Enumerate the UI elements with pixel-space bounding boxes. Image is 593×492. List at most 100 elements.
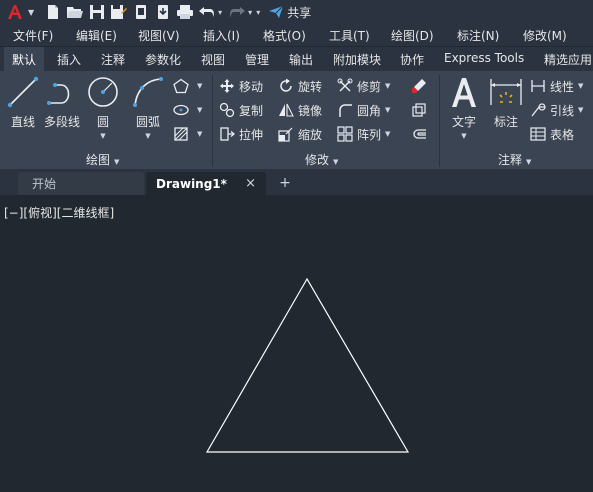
array-tool-button[interactable]: 阵列 ▼	[336, 124, 390, 144]
close-icon[interactable]: ×	[245, 176, 256, 191]
copy-tool-button[interactable]: 复制	[218, 100, 263, 120]
polygon-chevron-down-icon[interactable]: ▼	[197, 82, 202, 90]
open-icon[interactable]	[65, 2, 85, 22]
tab-output[interactable]: 输出	[289, 51, 313, 68]
tab-manage[interactable]: 管理	[245, 51, 269, 68]
menu-file[interactable]: 文件(F)	[13, 27, 53, 44]
array-chevron-down-icon[interactable]: ▼	[385, 130, 390, 138]
redo-chevron-down-icon[interactable]: ▾	[248, 8, 252, 17]
move-tool-button[interactable]: 移动	[218, 76, 263, 96]
text-chevron-down-icon[interactable]: ▼	[461, 132, 466, 140]
circle-tool-button[interactable]: 圆 ▼	[86, 75, 120, 140]
customize-icon[interactable]: ▾	[256, 8, 260, 17]
tab-parametric[interactable]: 参数化	[145, 51, 181, 68]
polygon-tool-button[interactable]: ▼	[172, 76, 202, 96]
tab-drawing1[interactable]: Drawing1* ×	[146, 172, 266, 195]
hatch-chevron-down-icon[interactable]: ▼	[197, 130, 202, 138]
leader-chevron-down-icon[interactable]: ▼	[578, 106, 583, 114]
array-label: 阵列	[357, 127, 382, 142]
app-logo-icon[interactable]	[4, 1, 26, 23]
offset-icon	[410, 125, 428, 143]
polyline-icon	[45, 75, 79, 109]
tab-drawing1-label: Drawing1*	[156, 176, 227, 191]
new-icon[interactable]	[43, 2, 63, 22]
arc-chevron-down-icon[interactable]: ▼	[145, 132, 150, 140]
drawing-canvas[interactable]: [−][俯视][二维线框]	[0, 195, 593, 492]
explode-tool-button[interactable]	[410, 100, 431, 120]
linear-dimension-icon	[529, 77, 547, 95]
tab-collaborate[interactable]: 协作	[400, 51, 424, 68]
ellipse-tool-button[interactable]: ▼	[172, 100, 202, 120]
tab-express-tools[interactable]: Express Tools	[444, 51, 524, 65]
ellipse-chevron-down-icon[interactable]: ▼	[197, 106, 202, 114]
circle-icon	[86, 75, 120, 109]
menu-bar: 文件(F) 编辑(E) 视图(V) 插入(I) 格式(O) 工具(T) 绘图(D…	[0, 24, 593, 46]
trim-tool-button[interactable]: 修剪 ▼	[336, 76, 390, 96]
fillet-label: 圆角	[357, 103, 382, 118]
tab-addins[interactable]: 附加模块	[333, 51, 381, 68]
tab-featured-apps[interactable]: 精选应用	[544, 51, 592, 68]
move-label: 移动	[239, 79, 264, 94]
rotate-tool-button[interactable]: 旋转	[277, 76, 322, 96]
mirror-icon	[277, 101, 295, 119]
menu-format[interactable]: 格式(O)	[263, 27, 306, 44]
undo-icon[interactable]	[197, 2, 217, 22]
arc-label: 圆弧	[135, 115, 160, 129]
erase-tool-button[interactable]	[410, 76, 431, 96]
share-button[interactable]: 共享	[268, 4, 311, 21]
tab-view[interactable]: 视图	[201, 51, 225, 68]
explode-icon	[410, 101, 428, 119]
line-tool-button[interactable]: 直线	[6, 75, 40, 130]
web-mobile-open-icon[interactable]	[131, 2, 151, 22]
arc-tool-button[interactable]: 圆弧 ▼	[131, 75, 165, 140]
table-label: 表格	[550, 127, 575, 142]
menu-dimension[interactable]: 标注(N)	[457, 27, 499, 44]
save-icon[interactable]	[87, 2, 107, 22]
triangle-shape[interactable]	[205, 277, 410, 453]
mirror-tool-button[interactable]: 镜像	[277, 100, 322, 120]
new-tab-plus-icon[interactable]: +	[275, 174, 295, 192]
menu-tools[interactable]: 工具(T)	[329, 27, 370, 44]
stretch-label: 拉伸	[239, 127, 264, 142]
eraser-icon	[410, 77, 428, 95]
menu-view[interactable]: 视图(V)	[138, 27, 180, 44]
stretch-tool-button[interactable]: 拉伸	[218, 124, 263, 144]
text-label: 文字	[451, 115, 476, 129]
fillet-chevron-down-icon[interactable]: ▼	[385, 106, 390, 114]
linear-dimension-button[interactable]: 线性 ▼	[529, 76, 583, 96]
offset-tool-button[interactable]	[410, 124, 431, 144]
polyline-label: 多段线	[44, 115, 81, 129]
circle-chevron-down-icon[interactable]: ▼	[100, 132, 105, 140]
table-tool-button[interactable]: 表格	[529, 124, 574, 144]
polyline-tool-button[interactable]: 多段线	[44, 75, 80, 130]
menu-modify[interactable]: 修改(M)	[523, 27, 567, 44]
tab-insert[interactable]: 插入	[57, 51, 81, 68]
tab-annotate[interactable]: 注释	[101, 51, 125, 68]
annotation-panel-title[interactable]: 注释 ▼	[498, 151, 531, 168]
fillet-icon	[336, 101, 354, 119]
modify-panel-title[interactable]: 修改 ▼	[305, 151, 338, 168]
text-tool-button[interactable]: 文字 ▼	[447, 75, 481, 140]
redo-icon[interactable]	[227, 2, 247, 22]
scale-tool-button[interactable]: 缩放	[277, 124, 322, 144]
tab-start[interactable]: 开始	[18, 172, 144, 195]
leader-tool-button[interactable]: 引线 ▼	[529, 100, 583, 120]
linear-chevron-down-icon[interactable]: ▼	[578, 82, 583, 90]
tab-default[interactable]: 默认	[4, 47, 45, 71]
undo-chevron-down-icon[interactable]: ▾	[218, 8, 222, 17]
dimension-tool-button[interactable]: 标注	[489, 75, 523, 130]
hatch-tool-button[interactable]: ▼	[172, 124, 202, 144]
menu-edit[interactable]: 编辑(E)	[76, 27, 117, 44]
move-icon	[218, 77, 236, 95]
web-mobile-save-icon[interactable]	[153, 2, 173, 22]
save-as-icon[interactable]	[109, 2, 129, 22]
plot-icon[interactable]	[175, 2, 195, 22]
menu-insert[interactable]: 插入(I)	[203, 27, 240, 44]
panel-divider	[212, 75, 213, 167]
trim-chevron-down-icon[interactable]: ▼	[385, 82, 390, 90]
app-menu-chevron-down-icon[interactable]: ▼	[28, 8, 34, 17]
menu-draw[interactable]: 绘图(D)	[391, 27, 434, 44]
draw-panel-title[interactable]: 绘图 ▼	[86, 151, 119, 168]
array-icon	[336, 125, 354, 143]
fillet-tool-button[interactable]: 圆角 ▼	[336, 100, 390, 120]
